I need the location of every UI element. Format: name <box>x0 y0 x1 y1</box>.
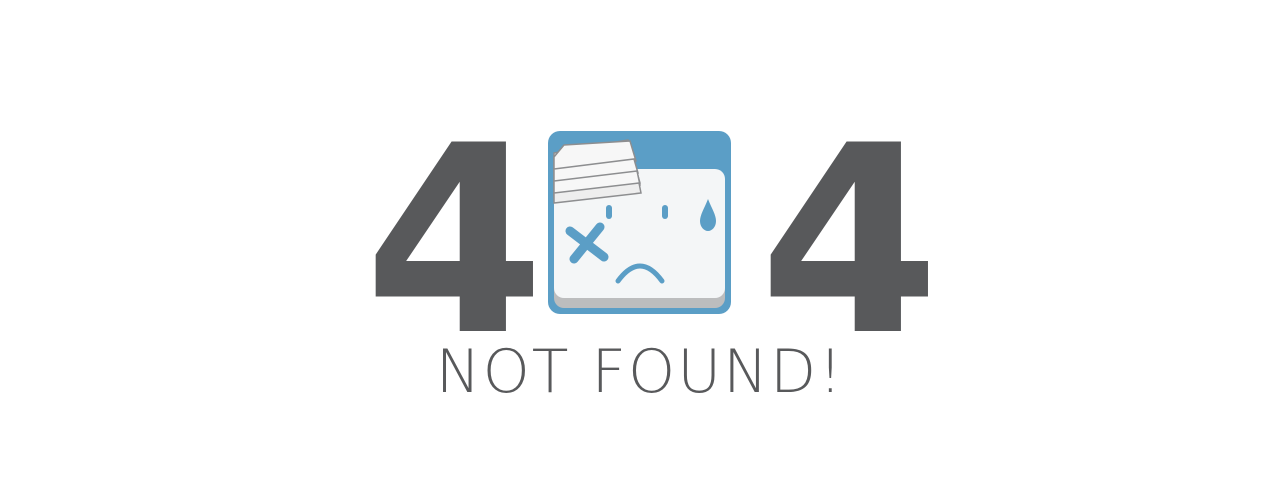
bandaged-sad-face-icon <box>548 131 731 314</box>
error-page: 4 4 NOT FOUND! <box>0 0 1280 497</box>
error-message: NOT FOUND! <box>435 337 845 407</box>
error-digit-left: 4 <box>364 91 545 393</box>
error-digit-right: 4 <box>759 91 940 393</box>
